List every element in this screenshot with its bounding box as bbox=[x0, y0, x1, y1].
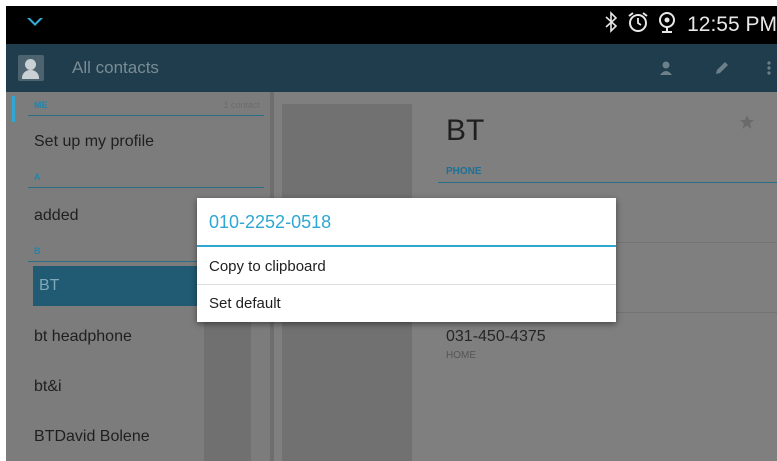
alarm-icon bbox=[627, 11, 649, 39]
app-logo-icon bbox=[26, 16, 44, 35]
edit-icon[interactable] bbox=[714, 60, 730, 80]
status-time: 12:55 PM bbox=[687, 13, 777, 36]
star-icon[interactable] bbox=[739, 114, 755, 135]
phone-number-type: HOME bbox=[446, 350, 476, 361]
bluetooth-icon bbox=[603, 11, 619, 39]
phone-number[interactable]: 031-450-4375 bbox=[446, 328, 546, 346]
phone-options-dialog: 010-2252-0518 Copy to clipboard Set defa… bbox=[197, 198, 616, 322]
dialog-title-divider bbox=[197, 245, 616, 247]
section-title: ME bbox=[34, 100, 48, 110]
contacts-app-icon[interactable] bbox=[18, 55, 44, 81]
contact-name: BT bbox=[446, 114, 485, 147]
overflow-menu-icon[interactable] bbox=[766, 60, 772, 80]
phone-section-header: PHONE bbox=[446, 166, 482, 177]
person-add-icon[interactable] bbox=[659, 60, 675, 80]
section-header-a: A bbox=[6, 168, 270, 188]
action-bar: All contacts bbox=[6, 44, 777, 92]
section-title: B bbox=[34, 246, 41, 256]
section-title: A bbox=[34, 172, 41, 182]
set-default-option[interactable]: Set default bbox=[197, 285, 616, 322]
action-bar-title[interactable]: All contacts bbox=[72, 58, 159, 78]
status-icons: 12:55 PM bbox=[603, 10, 777, 40]
screen: 12:55 PM All contacts ME 1 contact Set u… bbox=[6, 6, 777, 461]
phone-section-divider bbox=[438, 182, 777, 183]
dialog-title: 010-2252-0518 bbox=[209, 212, 332, 232]
gps-icon bbox=[657, 11, 679, 39]
section-header-me: ME 1 contact bbox=[6, 96, 270, 116]
copy-to-clipboard-option[interactable]: Copy to clipboard bbox=[197, 248, 616, 285]
status-bar: 12:55 PM bbox=[6, 6, 777, 44]
section-count: 1 contact bbox=[223, 100, 260, 110]
list-item-setup-profile[interactable]: Set up my profile bbox=[28, 122, 270, 162]
